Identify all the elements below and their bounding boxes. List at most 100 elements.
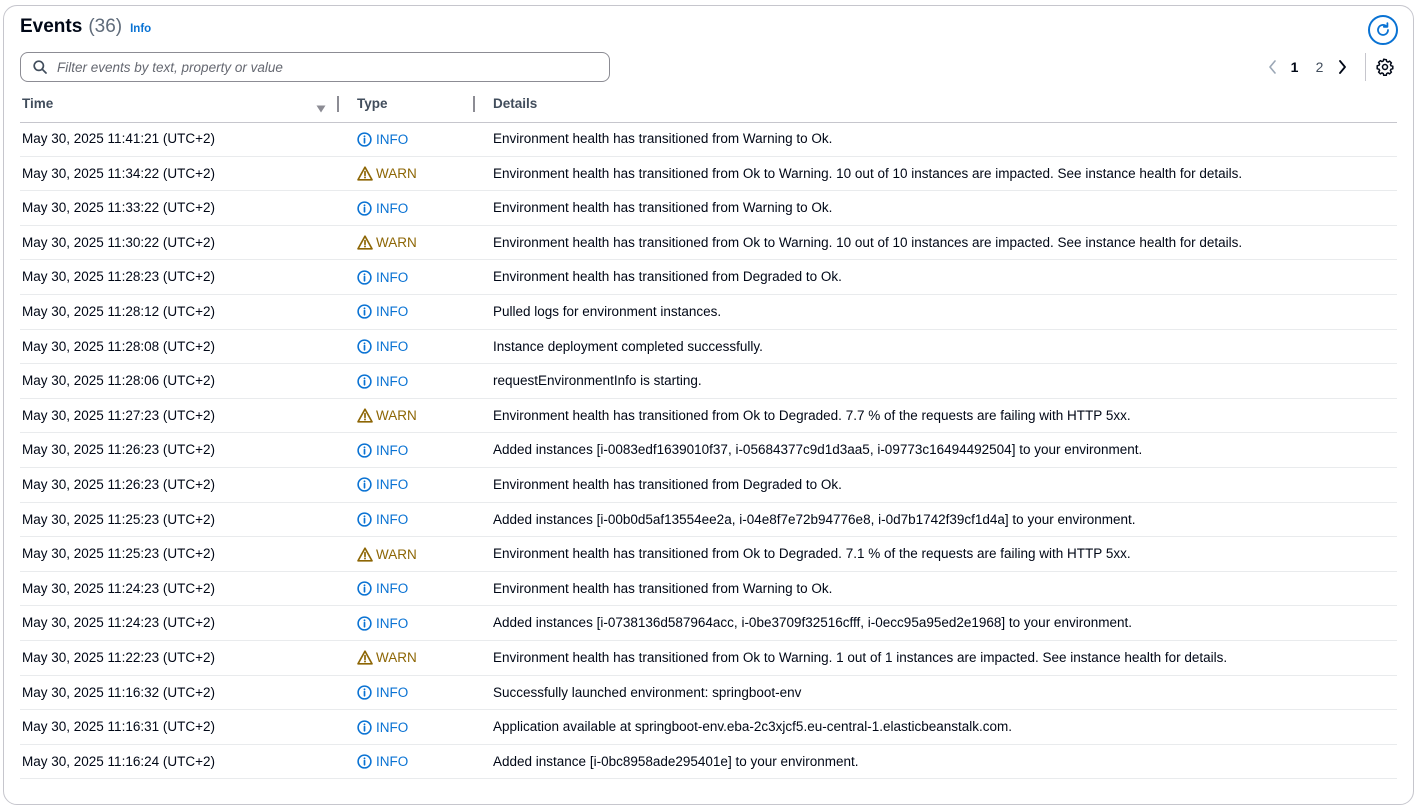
page-2-button[interactable]: 2	[1307, 59, 1332, 75]
events-table-body: May 30, 2025 11:41:21 (UTC+2) INFO Environ…	[20, 122, 1397, 780]
settings-button[interactable]	[1376, 58, 1394, 76]
column-resizer[interactable]	[337, 96, 339, 112]
event-type: INFO	[357, 581, 408, 597]
toolbar-divider	[1365, 53, 1366, 81]
event-type: WARN	[357, 166, 417, 182]
table-row: May 30, 2025 11:24:23 (UTC+2) INFO Added i…	[20, 606, 1397, 641]
info-circle-icon	[357, 442, 373, 458]
event-type-label: WARN	[376, 408, 417, 424]
event-time: May 30, 2025 11:28:06 (UTC+2)	[22, 373, 215, 389]
info-circle-icon	[357, 512, 373, 528]
table-row: May 30, 2025 11:41:21 (UTC+2) INFO Environ…	[20, 122, 1397, 157]
event-time: May 30, 2025 11:27:23 (UTC+2)	[22, 407, 215, 423]
search-input[interactable]	[55, 58, 579, 76]
event-type-label: INFO	[376, 754, 409, 770]
warning-triangle-icon	[357, 650, 373, 666]
column-header-details: Details	[493, 96, 538, 111]
event-time: May 30, 2025 11:26:23 (UTC+2)	[22, 476, 215, 492]
event-type-label: INFO	[376, 269, 409, 285]
info-circle-icon	[357, 685, 373, 701]
table-row: May 30, 2025 11:27:23 (UTC+2) WARN Environ…	[20, 399, 1397, 434]
table-row: May 30, 2025 11:16:32 (UTC+2) INFO Success…	[20, 676, 1397, 711]
event-type: INFO	[357, 615, 408, 631]
event-count: (36)	[88, 16, 123, 37]
next-page-button[interactable]	[1332, 60, 1352, 74]
prev-page-button[interactable]	[1262, 60, 1282, 74]
page-1-button[interactable]: 1	[1282, 59, 1307, 75]
event-time: May 30, 2025 11:28:08 (UTC+2)	[22, 338, 215, 354]
event-details: Added instances [i-00b0d5af13554ee2a, i-…	[493, 511, 1136, 527]
event-details: Pulled logs for environment instances.	[493, 303, 722, 319]
event-type-label: WARN	[376, 546, 417, 562]
event-type: INFO	[357, 754, 408, 770]
chevron-left-icon	[1268, 60, 1277, 74]
event-type-label: WARN	[376, 235, 417, 251]
table-row: May 30, 2025 11:28:06 (UTC+2) INFO request…	[20, 364, 1397, 399]
event-type: INFO	[357, 269, 408, 285]
info-circle-icon	[357, 581, 373, 597]
event-type: INFO	[357, 512, 408, 528]
table-row: May 30, 2025 11:28:12 (UTC+2) INFO Pulled …	[20, 295, 1397, 330]
search-field[interactable]	[20, 52, 610, 82]
event-type-label: WARN	[376, 650, 417, 666]
event-type-label: INFO	[376, 512, 409, 528]
event-time: May 30, 2025 11:26:23 (UTC+2)	[22, 442, 215, 458]
event-details: Environment health has transitioned from…	[493, 131, 833, 146]
event-type: WARN	[357, 235, 417, 251]
table-row: May 30, 2025 11:26:23 (UTC+2) INFO Added i…	[20, 433, 1397, 468]
event-details: Environment health has transitioned from…	[493, 269, 842, 285]
event-type-label: INFO	[376, 200, 409, 216]
table-row: May 30, 2025 11:16:24 (UTC+2) INFO Added i…	[20, 745, 1397, 780]
column-header-type[interactable]: Type	[357, 96, 388, 111]
event-type: WARN	[357, 546, 417, 562]
info-circle-icon	[357, 339, 373, 355]
event-type-label: INFO	[376, 581, 409, 597]
column-header-time[interactable]: Time	[22, 96, 53, 111]
table-header: Time Type Details	[20, 92, 1397, 123]
table-row: May 30, 2025 11:28:08 (UTC+2) INFO Instanc…	[20, 330, 1397, 365]
info-circle-icon	[357, 373, 373, 389]
event-type: INFO	[357, 131, 408, 147]
event-time: May 30, 2025 11:22:23 (UTC+2)	[22, 649, 215, 665]
table-row: May 30, 2025 11:26:23 (UTC+2) INFO Environ…	[20, 468, 1397, 503]
search-icon	[33, 60, 47, 74]
table-row: May 30, 2025 11:28:23 (UTC+2) INFO Environ…	[20, 260, 1397, 295]
event-time: May 30, 2025 11:30:22 (UTC+2)	[22, 234, 215, 250]
chevron-right-icon	[1338, 60, 1347, 74]
sort-descending-icon[interactable]	[316, 100, 326, 118]
event-type-label: INFO	[376, 477, 409, 493]
pagination: 1 2	[1262, 56, 1352, 78]
info-link[interactable]: Info	[130, 23, 151, 35]
gear-icon	[1376, 58, 1394, 76]
event-time: May 30, 2025 11:16:24 (UTC+2)	[22, 753, 215, 769]
refresh-button[interactable]	[1368, 15, 1398, 45]
event-time: May 30, 2025 11:28:23 (UTC+2)	[22, 269, 215, 285]
event-time: May 30, 2025 11:34:22 (UTC+2)	[22, 165, 215, 181]
panel-header: Events (36) Info	[20, 16, 151, 38]
event-details: Environment health has transitioned from…	[493, 165, 1243, 181]
info-circle-icon	[357, 200, 373, 216]
event-time: May 30, 2025 11:16:32 (UTC+2)	[22, 684, 215, 700]
event-details: requestEnvironmentInfo is starting.	[493, 373, 702, 389]
event-details: Environment health has transitioned from…	[493, 234, 1243, 250]
event-time: May 30, 2025 11:24:23 (UTC+2)	[22, 580, 215, 596]
warning-triangle-icon	[357, 235, 373, 251]
event-type-label: INFO	[376, 615, 409, 631]
event-type: WARN	[357, 650, 417, 666]
event-details: Environment health has transitioned from…	[493, 649, 1228, 665]
event-details: Added instances [i-0738136d587964acc, i-…	[493, 615, 1132, 631]
event-details: Environment health has transitioned from…	[493, 407, 1131, 423]
event-details: Environment health has transitioned from…	[493, 546, 1131, 562]
event-type: INFO	[357, 304, 408, 320]
refresh-icon	[1375, 22, 1391, 38]
event-type-label: INFO	[376, 685, 409, 700]
info-circle-icon	[357, 304, 373, 320]
event-time: May 30, 2025 11:28:12 (UTC+2)	[22, 303, 215, 319]
event-type: INFO	[357, 200, 408, 216]
event-details: Instance deployment completed successful…	[493, 338, 763, 354]
column-resizer[interactable]	[473, 96, 475, 112]
event-type-label: WARN	[376, 166, 417, 182]
event-type: INFO	[357, 685, 408, 701]
event-details: Added instances [i-0083edf1639010f37, i-…	[493, 442, 1143, 458]
event-time: May 30, 2025 11:24:23 (UTC+2)	[22, 615, 215, 631]
